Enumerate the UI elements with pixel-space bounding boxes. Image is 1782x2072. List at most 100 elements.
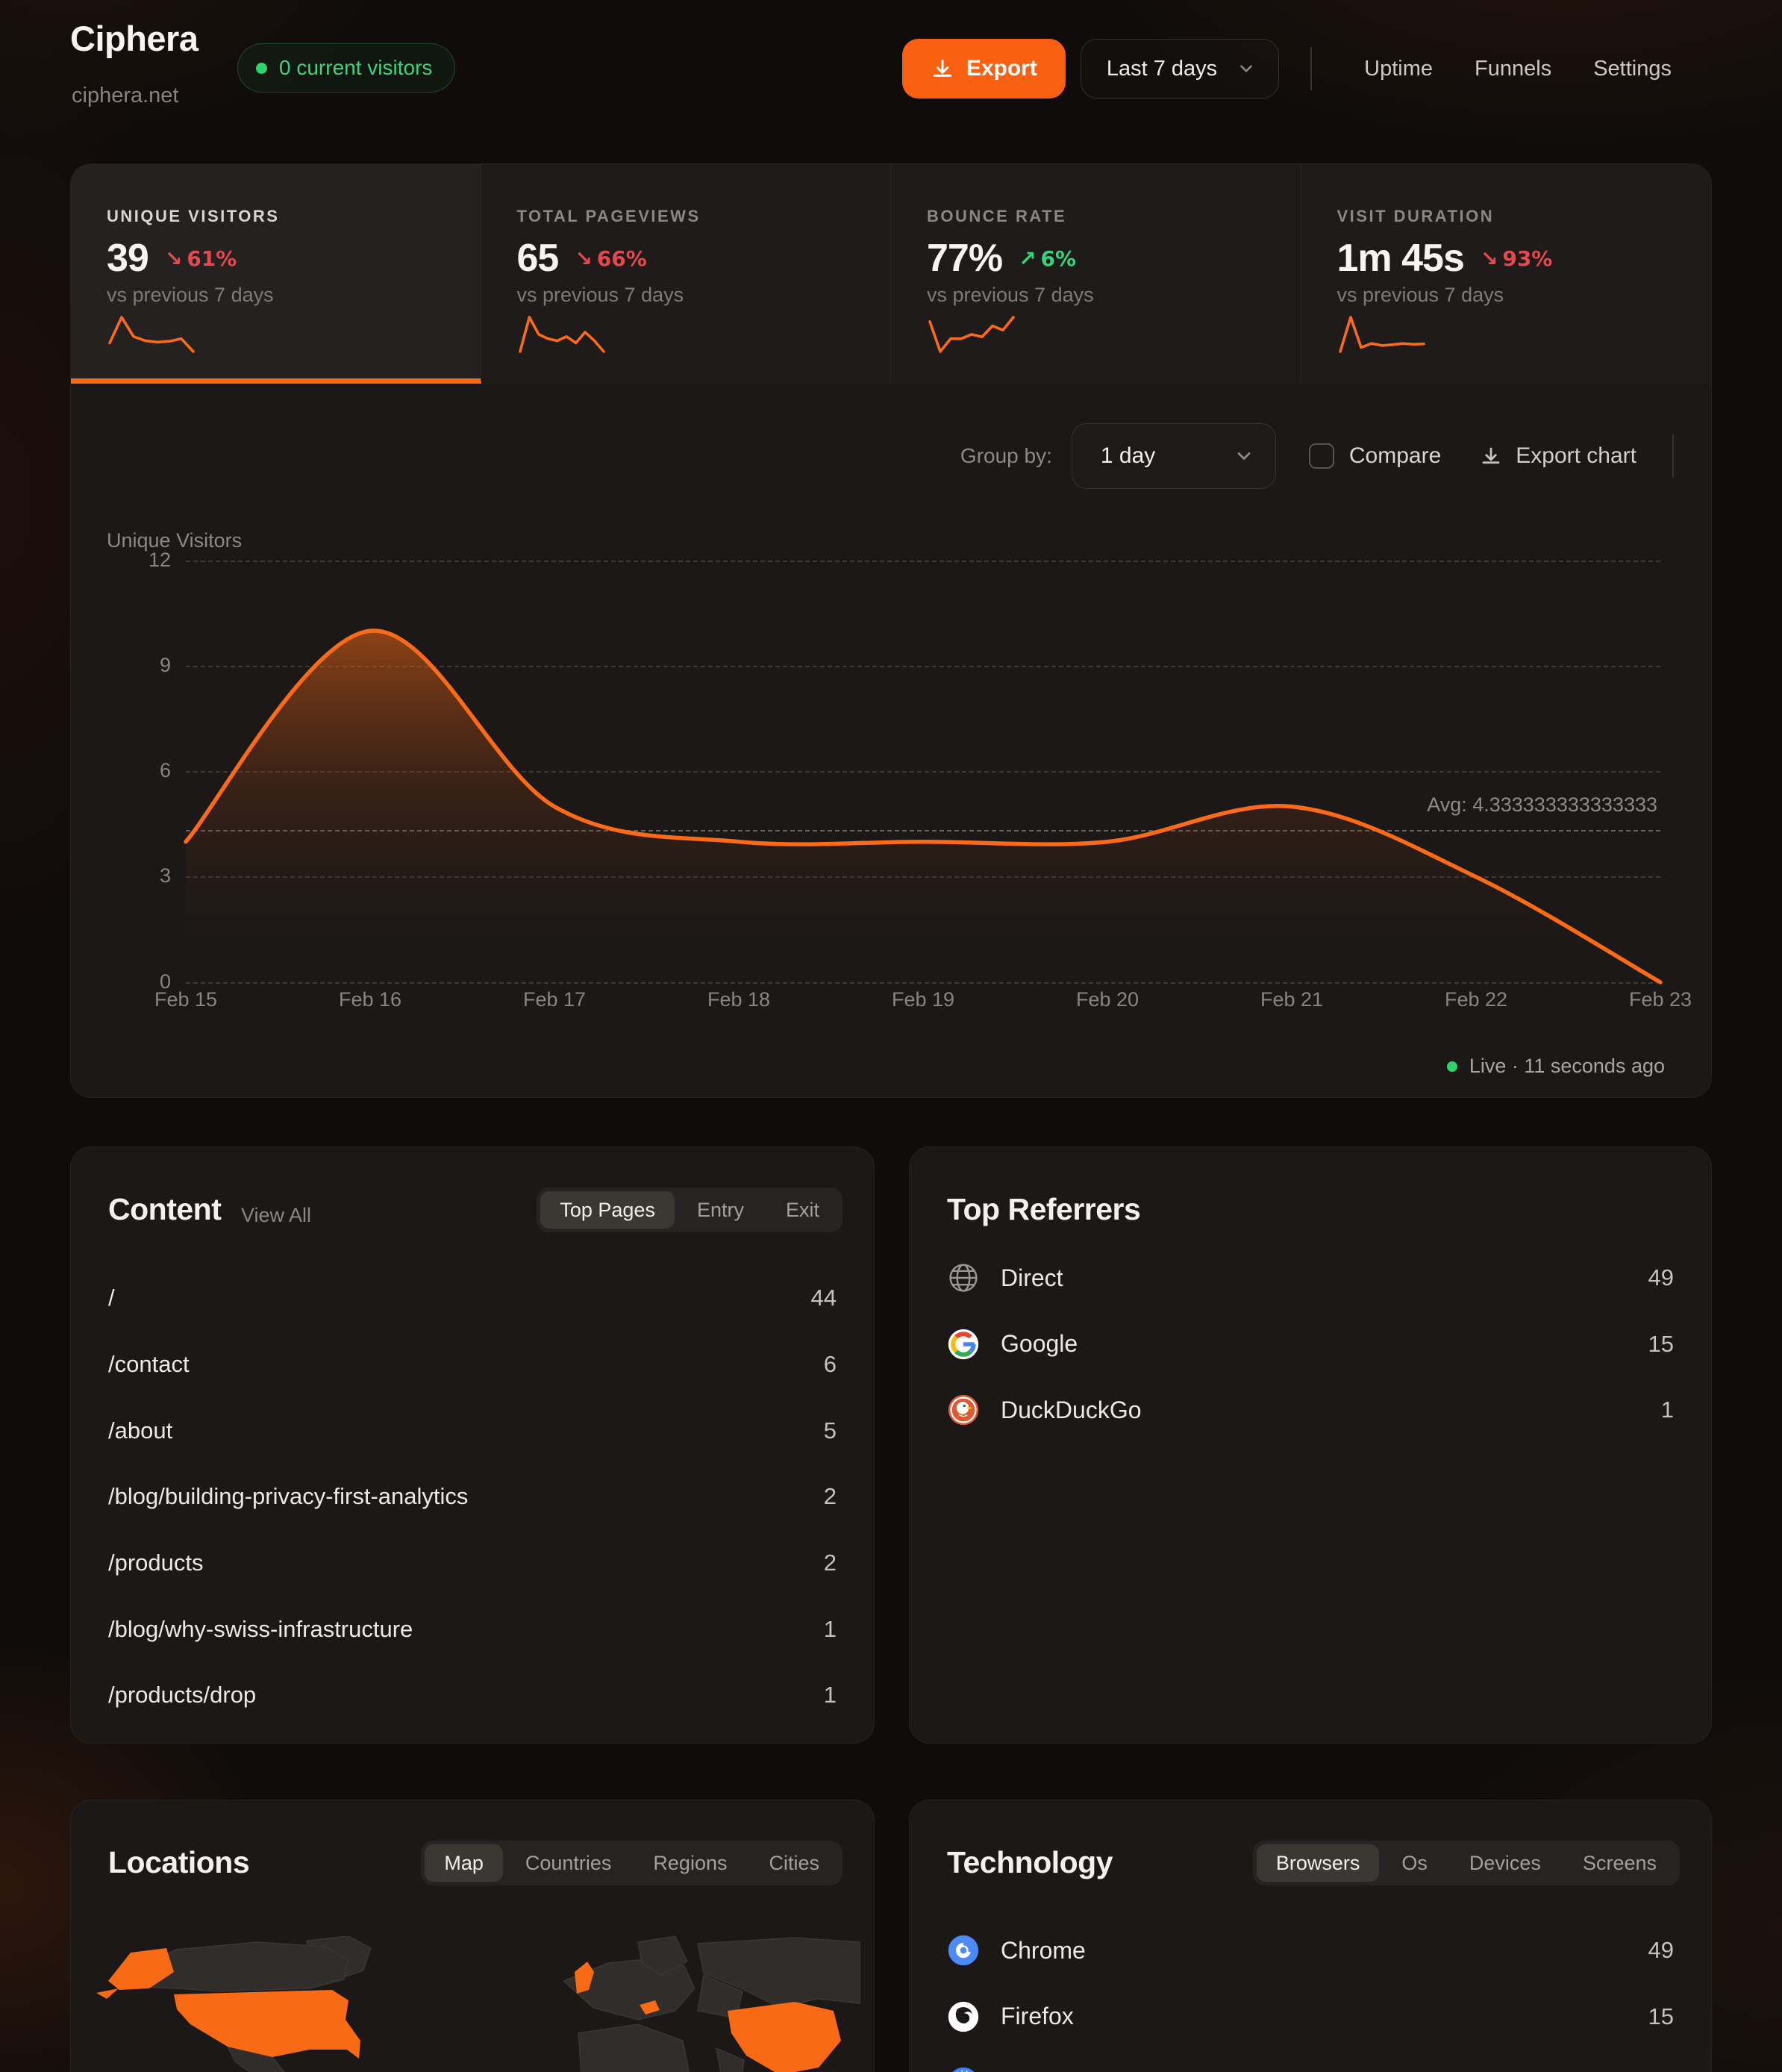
overview-panel: UNIQUE VISITORS 39 ↘61% vs previous 7 da…	[70, 163, 1712, 1098]
stat-label: TOTAL PAGEVIEWS	[517, 207, 701, 226]
stat-card-unique-visitors[interactable]: UNIQUE VISITORS 39 ↘61% vs previous 7 da…	[71, 164, 481, 384]
date-range-select[interactable]: Last 7 days	[1081, 39, 1279, 99]
firefox-icon	[947, 2000, 980, 2033]
stat-change: ↘66%	[575, 246, 647, 271]
locations-tabs: Map Countries Regions Cities	[421, 1841, 842, 1885]
stat-change: ↘61%	[165, 246, 237, 271]
content-tabs: Top Pages Entry Exit	[537, 1188, 842, 1232]
referrers-list: Direct 49 Google	[947, 1245, 1674, 1444]
stat-label: VISIT DURATION	[1337, 207, 1495, 226]
live-dot-icon	[1447, 1061, 1457, 1072]
stat-value: 77%	[927, 236, 1002, 281]
tab-exit[interactable]: Exit	[766, 1191, 839, 1229]
export-button[interactable]: Export	[902, 39, 1066, 99]
export-button-label: Export	[966, 56, 1037, 81]
live-status-label: Live · 11 seconds ago	[1469, 1055, 1665, 1078]
tab-browsers[interactable]: Browsers	[1257, 1844, 1380, 1882]
sparkline-chart	[517, 314, 607, 355]
partially-visible-browser-icon	[947, 2066, 980, 2072]
current-visitors-badge: 0 current visitors	[237, 43, 455, 93]
referrer-row[interactable]: Direct 49	[947, 1245, 1674, 1311]
nav-uptime[interactable]: Uptime	[1364, 57, 1433, 81]
browser-row[interactable]: Firefox 15	[947, 1984, 1674, 2050]
download-icon	[1480, 445, 1502, 467]
x-tick: Feb 21	[1239, 988, 1344, 1011]
header-actions: Export Last 7 days Uptime Funnels Settin…	[902, 39, 1692, 99]
page-row[interactable]: /blog/why-swiss-infrastructure1	[108, 1596, 837, 1662]
technology-panel: Technology Browsers Os Devices Screens C…	[909, 1800, 1712, 2072]
tab-cities[interactable]: Cities	[749, 1844, 839, 1882]
stat-card-bounce-rate[interactable]: BOUNCE RATE 77% ↗6% vs previous 7 days	[891, 164, 1301, 384]
referrers-panel: Top Referrers Direct 49	[909, 1146, 1712, 1744]
page-row[interactable]: /products2	[108, 1530, 837, 1597]
page-row[interactable]: /contact6	[108, 1332, 837, 1398]
referrer-row[interactable]: Google 15	[947, 1311, 1674, 1378]
browser-row-cut-off[interactable]	[947, 2050, 1674, 2072]
x-tick: Feb 20	[1055, 988, 1160, 1011]
sparkline-chart	[1337, 314, 1427, 355]
gridline	[186, 982, 1660, 984]
tab-devices[interactable]: Devices	[1450, 1844, 1560, 1882]
referrer-row[interactable]: DuckDuckGo 1	[947, 1377, 1674, 1444]
technology-tabs: Browsers Os Devices Screens	[1253, 1841, 1680, 1885]
browser-row[interactable]: Chrome 49	[947, 1917, 1674, 1984]
browsers-list: Chrome 49 Firefox 15	[947, 1917, 1674, 2072]
trend-down-icon: ↘	[575, 246, 592, 271]
x-tick: Feb 22	[1424, 988, 1528, 1011]
map-country-united-states	[174, 1990, 360, 2059]
compare-control: Compare	[1309, 443, 1441, 469]
tab-entry[interactable]: Entry	[678, 1191, 763, 1229]
tab-countries[interactable]: Countries	[506, 1844, 631, 1882]
tab-map[interactable]: Map	[425, 1844, 503, 1882]
analytics-dashboard: Ciphera 0 current visitors ciphera.net E…	[0, 0, 1782, 2072]
stat-card-visit-duration[interactable]: VISIT DURATION 1m 45s ↘93% vs previous 7…	[1301, 164, 1712, 384]
chart-area-fill	[186, 631, 1660, 982]
technology-title: Technology	[947, 1845, 1113, 1880]
duckduckgo-icon	[947, 1394, 980, 1426]
stat-card-total-pageviews[interactable]: TOTAL PAGEVIEWS 65 ↘66% vs previous 7 da…	[481, 164, 892, 384]
stats-row: UNIQUE VISITORS 39 ↘61% vs previous 7 da…	[71, 164, 1711, 384]
x-tick: Feb 19	[871, 988, 975, 1011]
page-row[interactable]: /products/drop1	[108, 1662, 837, 1729]
group-by-label: Group by:	[960, 444, 1052, 468]
map-country-alaska-tail	[96, 1988, 119, 1999]
stat-change: ↗6%	[1019, 246, 1076, 271]
tab-screens[interactable]: Screens	[1563, 1844, 1676, 1882]
compare-checkbox[interactable]	[1309, 443, 1334, 469]
stat-value: 39	[107, 236, 148, 281]
sparkline-chart	[107, 314, 196, 355]
chevron-down-icon	[1234, 446, 1254, 466]
stat-value: 1m 45s	[1337, 236, 1464, 281]
visitors-line-chart	[186, 561, 1660, 982]
top-pages-list: /44 /contact6 /about5 /blog/building-pri…	[108, 1265, 837, 1729]
compare-label[interactable]: Compare	[1349, 443, 1441, 469]
google-icon	[947, 1328, 980, 1361]
group-by-select[interactable]: 1 day	[1072, 423, 1276, 489]
header-divider	[1310, 47, 1312, 90]
site-domain: ciphera.net	[72, 84, 179, 108]
x-tick: Feb 18	[687, 988, 791, 1011]
x-tick: Feb 17	[502, 988, 607, 1011]
export-chart-button[interactable]: Export chart	[1480, 443, 1636, 469]
nav-funnels[interactable]: Funnels	[1475, 57, 1551, 81]
stat-compare-note: vs previous 7 days	[107, 284, 274, 307]
map-country-china	[728, 2002, 841, 2072]
nav-settings[interactable]: Settings	[1593, 57, 1672, 81]
page-row[interactable]: /blog/building-privacy-first-analytics2	[108, 1464, 837, 1530]
controls-divider	[1672, 434, 1674, 478]
tab-regions[interactable]: Regions	[634, 1844, 746, 1882]
x-tick: Feb 16	[318, 988, 422, 1011]
tab-top-pages[interactable]: Top Pages	[540, 1191, 675, 1229]
stat-value: 65	[517, 236, 559, 281]
view-all-link[interactable]: View All	[241, 1204, 311, 1227]
trend-down-icon: ↘	[1481, 246, 1498, 271]
content-panel: Content View All Top Pages Entry Exit /4…	[70, 1146, 875, 1744]
page-row[interactable]: /44	[108, 1265, 837, 1332]
trend-up-icon: ↗	[1019, 246, 1036, 271]
world-map	[86, 1936, 860, 2072]
page-row[interactable]: /about5	[108, 1397, 837, 1464]
tab-os[interactable]: Os	[1382, 1844, 1447, 1882]
globe-icon	[947, 1261, 980, 1294]
stat-label: BOUNCE RATE	[927, 207, 1066, 226]
stat-compare-note: vs previous 7 days	[927, 284, 1094, 307]
